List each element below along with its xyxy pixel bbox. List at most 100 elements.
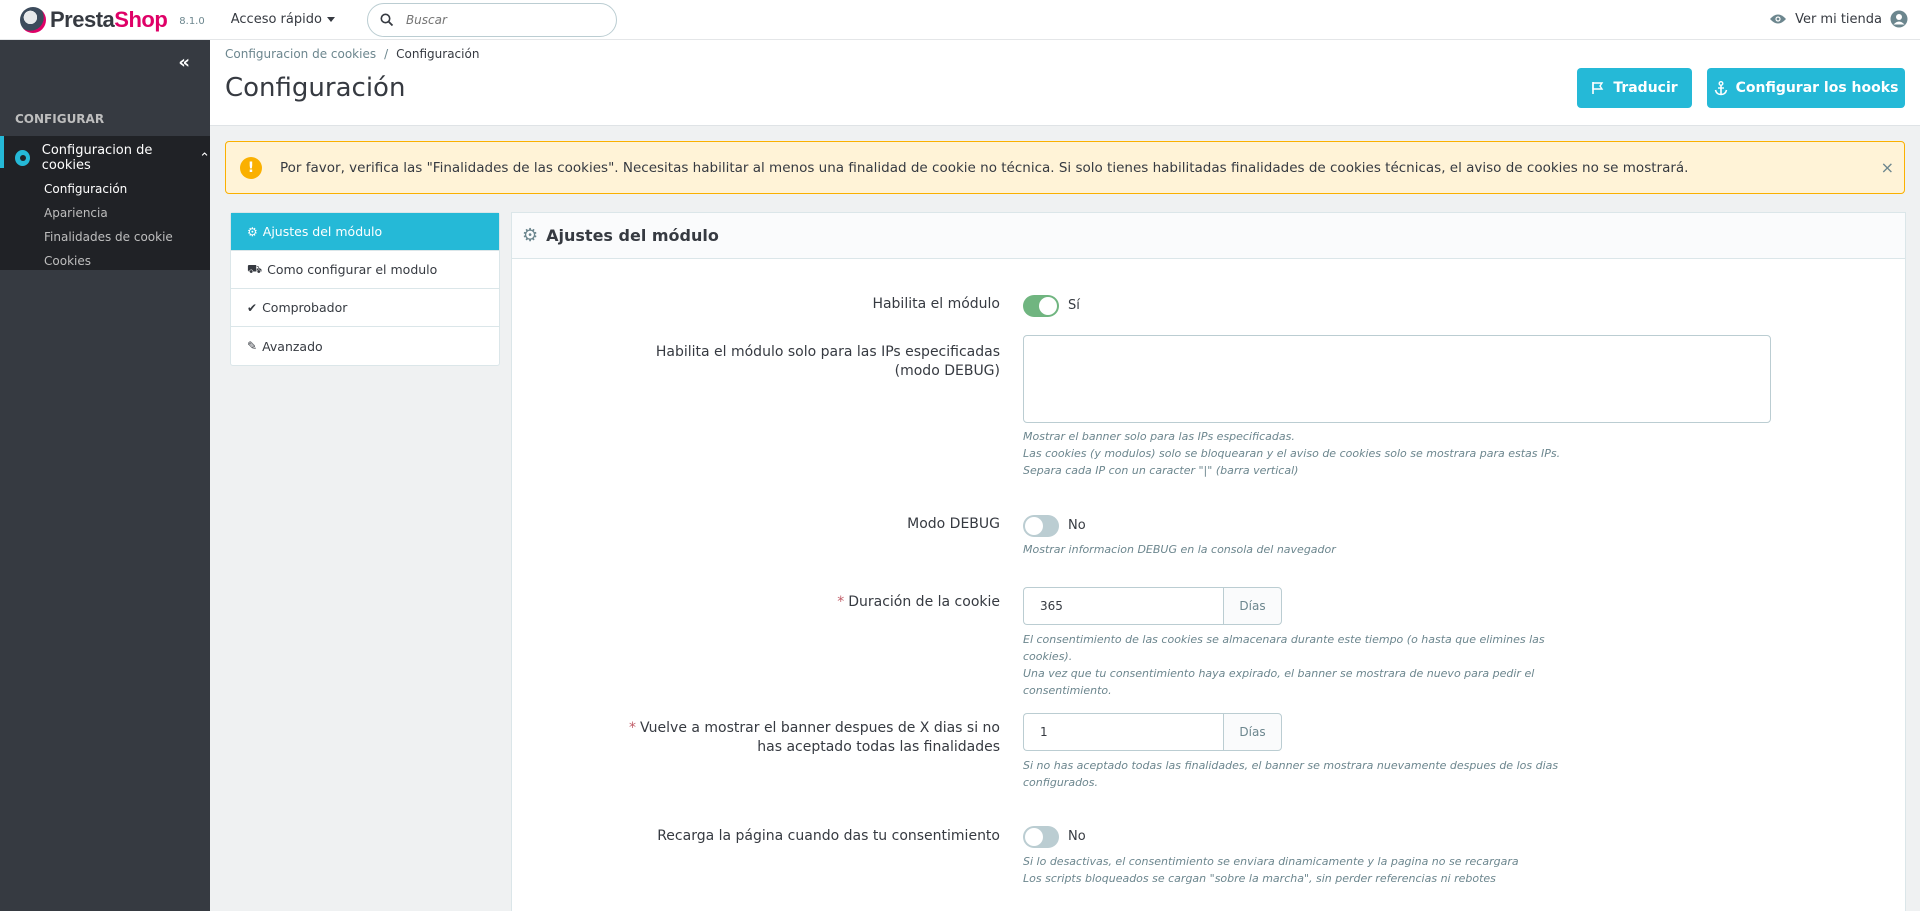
breadcrumb: Configuracion de cookies / Configuración — [225, 47, 479, 61]
warning-text: Por favor, verifica las "Finalidades de … — [280, 159, 1689, 176]
reload-page-value: No — [1068, 829, 1086, 844]
configure-hooks-label: Configurar los hooks — [1735, 80, 1899, 96]
gears-icon: ⚙ — [247, 224, 258, 239]
quick-access-label: Acceso rápido — [230, 12, 322, 27]
reshow-banner-group: 1 Días — [1023, 713, 1282, 751]
reload-page-label: Recarga la página cuando das tu consenti… — [657, 828, 1000, 844]
help-line: Separa cada IP con un caracter "|" (barr… — [1023, 464, 1299, 477]
enable-module-switch[interactable] — [1023, 295, 1059, 317]
tab-como-configurar[interactable]: ⛟ Como configurar el modulo — [231, 251, 499, 289]
sidebar-subitem-finalidades[interactable]: Finalidades de cookie — [44, 230, 173, 244]
cookie-icon — [15, 150, 30, 166]
active-indicator — [0, 136, 4, 168]
cookie-duration-text: Duración de la cookie — [848, 594, 1000, 610]
reshow-banner-label: * Vuelve a mostrar el banner despues de X… — [620, 719, 1000, 757]
anchor-icon — [1714, 80, 1727, 95]
view-shop-label: Ver mi tienda — [1795, 11, 1882, 27]
panel-title: Ajustes del módulo — [546, 226, 719, 245]
configure-hooks-button[interactable]: Configurar los hooks — [1707, 68, 1905, 108]
reshow-banner-text: Vuelve a mostrar el banner despues de X … — [640, 720, 1000, 755]
translate-button[interactable]: Traducir — [1577, 68, 1692, 108]
cookie-duration-group: 365 Días — [1023, 587, 1282, 625]
translate-button-label: Traducir — [1613, 80, 1678, 96]
tab-avanzado[interactable]: ✎ Avanzado — [231, 327, 499, 365]
debug-mode-help: Mostrar informacion DEBUG en la consola … — [1023, 543, 1336, 556]
help-line: Las cookies (y modulos) solo se bloquear… — [1023, 447, 1561, 460]
tab-label: Ajustes del módulo — [262, 224, 383, 239]
top-header: PrestaShop 8.1.0 Acceso rápido Ver mi ti… — [0, 0, 1920, 40]
help-line: Una vez que tu consentimiento haya expir… — [1023, 667, 1535, 680]
breadcrumb-parent[interactable]: Configuracion de cookies — [225, 47, 376, 61]
caret-down-icon — [326, 17, 335, 22]
search-icon — [380, 13, 394, 26]
sidebar-item-cookie-config[interactable]: Configuracion de cookies ⌃ — [15, 143, 210, 173]
warning-alert: ! Por favor, verifica las "Finalidades d… — [225, 141, 1905, 194]
enable-module-label: Habilita el módulo — [872, 296, 1000, 312]
logo-text-main: Presta — [50, 6, 115, 32]
help-line: Los scripts bloqueados se cargan "sobre … — [1023, 872, 1496, 885]
page-header: Configuracion de cookies / Configuración C… — [210, 40, 1920, 126]
gears-icon: ⚙ — [522, 225, 539, 246]
required-marker: * — [629, 720, 637, 736]
truck-icon: ⛟ — [247, 261, 263, 276]
reload-page-help: Si lo desactivas, el consentimiento se e… — [1023, 853, 1519, 887]
switch-knob — [1025, 828, 1043, 846]
cookie-duration-help: El consentimiento de las cookies se alma… — [1023, 631, 1583, 699]
panel-header: ⚙ Ajustes del módulo — [512, 213, 1905, 259]
search-box[interactable] — [366, 2, 617, 37]
settings-tabs: ⚙ Ajustes del módulo ⛟ Como configurar e… — [230, 212, 500, 366]
reshow-banner-help: Si no has aceptado todas las finalidades… — [1023, 757, 1558, 791]
sidebar-section-title: CONFIGURAR — [15, 112, 105, 126]
cookie-duration-unit: Días — [1223, 587, 1282, 625]
switch-knob — [1039, 297, 1057, 315]
quick-access-dropdown[interactable]: Acceso rápido — [231, 12, 335, 27]
chevron-up-icon: ⌃ — [199, 150, 210, 166]
search-input[interactable] — [405, 12, 586, 27]
wand-icon: ✎ — [247, 339, 258, 353]
prestashop-logo[interactable]: PrestaShop 8.1.0 — [20, 6, 205, 33]
reshow-banner-unit: Días — [1223, 713, 1282, 751]
check-icon: ✔ — [247, 300, 258, 315]
help-line: consentimiento. — [1023, 684, 1112, 697]
warning-icon: ! — [240, 156, 262, 179]
reload-page-switch[interactable] — [1023, 826, 1059, 848]
help-line: configurados. — [1023, 776, 1099, 789]
breadcrumb-current: Configuración — [396, 47, 480, 61]
page-title: Configuración — [225, 73, 406, 103]
view-shop-link[interactable]: Ver mi tienda — [1769, 10, 1908, 28]
module-settings-panel: ⚙ Ajustes del módulo Habilita el módulo … — [511, 212, 1906, 911]
user-avatar-icon[interactable] — [1890, 10, 1908, 28]
breadcrumb-separator: / — [384, 47, 389, 61]
close-alert-icon[interactable]: × — [1881, 158, 1894, 177]
help-line: Mostrar el banner solo para las IPs espe… — [1023, 430, 1295, 443]
tab-label: Avanzado — [262, 338, 323, 354]
version-label: 8.1.0 — [179, 16, 205, 27]
help-line: El consentimiento de las cookies se alma… — [1023, 633, 1545, 663]
debug-ips-help: Mostrar el banner solo para las IPs espe… — [1023, 428, 1560, 479]
sidebar-subitem-configuracion[interactable]: Configuración — [44, 182, 127, 196]
help-line: Si lo desactivas, el consentimiento se e… — [1023, 855, 1519, 868]
tab-label: Comprobador — [262, 300, 348, 315]
required-marker: * — [837, 594, 845, 610]
enable-module-value: Sí — [1068, 298, 1080, 313]
cookie-duration-input[interactable]: 365 — [1023, 587, 1223, 625]
sidebar-nav: « CONFIGURAR Configuracion de cookies ⌃ … — [0, 40, 210, 911]
sidebar-item-label: Configuracion de cookies — [41, 143, 153, 173]
sidebar-subitem-cookies[interactable]: Cookies — [44, 254, 91, 268]
debug-ips-label: Habilita el módulo solo para las IPs esp… — [655, 344, 1000, 379]
debug-mode-value: No — [1068, 518, 1086, 533]
reshow-banner-input[interactable]: 1 — [1023, 713, 1223, 751]
tab-ajustes-modulo[interactable]: ⚙ Ajustes del módulo — [231, 213, 499, 251]
collapse-sidebar-icon[interactable]: « — [178, 52, 190, 73]
flag-icon — [1592, 82, 1604, 94]
logo-text-accent: Shop — [114, 6, 168, 32]
debug-mode-switch[interactable] — [1023, 515, 1059, 537]
sidebar-subitem-apariencia[interactable]: Apariencia — [44, 206, 108, 220]
help-line: Si no has aceptado todas las finalidades… — [1023, 759, 1559, 772]
eye-icon — [1770, 14, 1787, 24]
tab-label: Como configurar el modulo — [267, 262, 438, 277]
debug-ips-textarea[interactable] — [1023, 335, 1771, 423]
cookie-duration-label: * Duración de la cookie — [837, 593, 1000, 612]
tab-comprobador[interactable]: ✔ Comprobador — [231, 289, 499, 327]
debug-mode-label: Modo DEBUG — [907, 516, 1000, 532]
